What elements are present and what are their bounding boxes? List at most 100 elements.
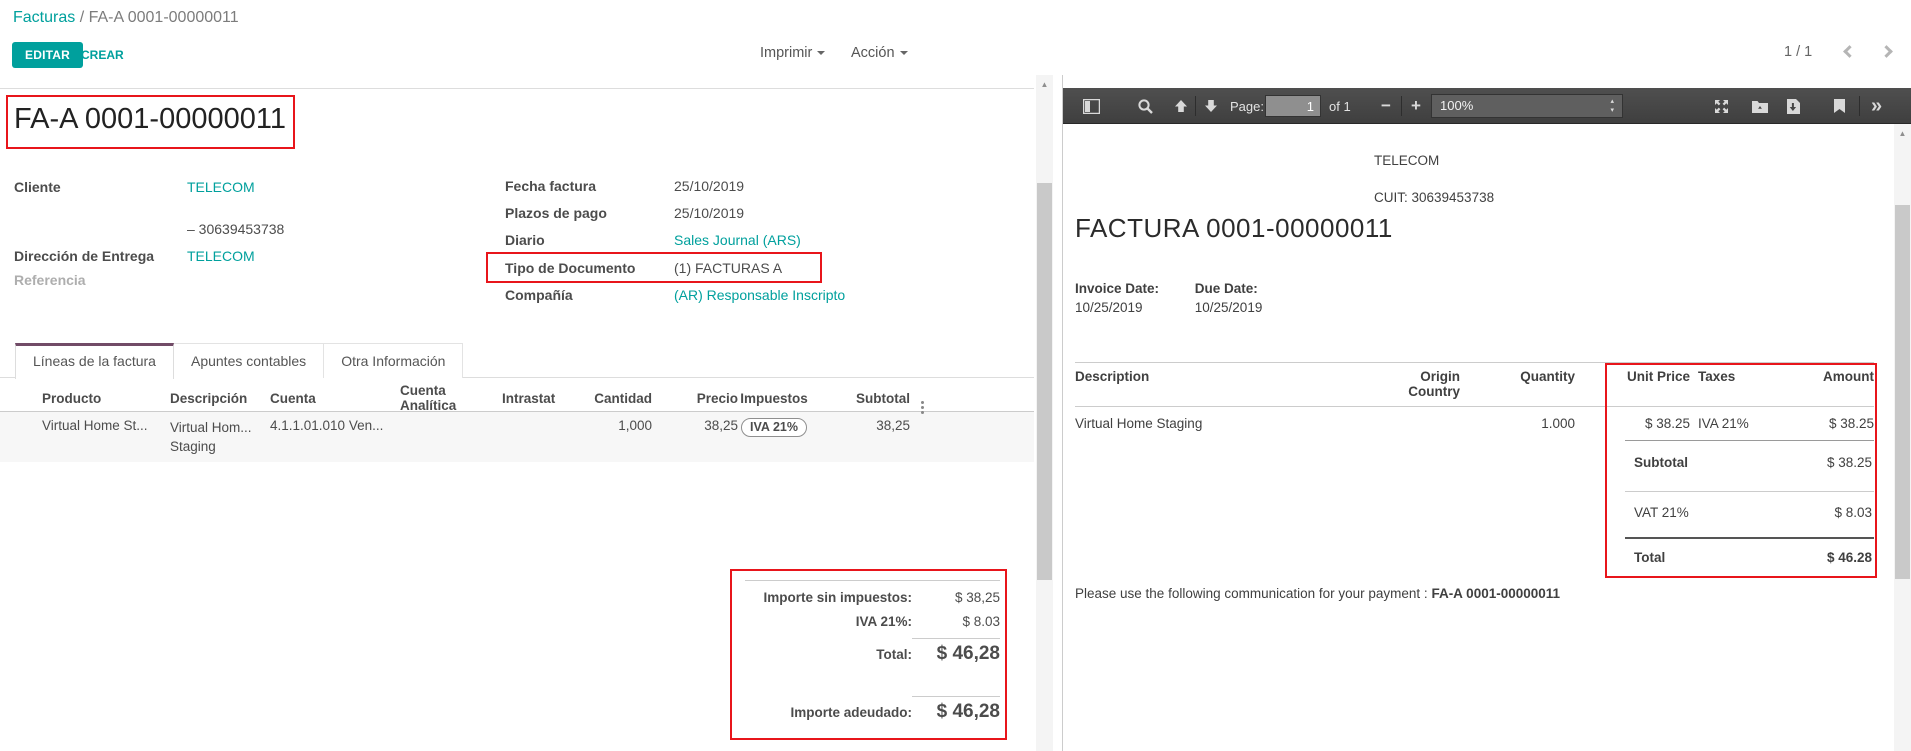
zoom-select[interactable]: 100% ▴▾ bbox=[1431, 94, 1623, 118]
fecha-factura-value: 25/10/2019 bbox=[674, 178, 744, 194]
open-file-icon[interactable] bbox=[1751, 88, 1769, 124]
form-scrollbar-thumb[interactable] bbox=[1037, 183, 1052, 580]
page-count-label: of 1 bbox=[1329, 88, 1351, 124]
untaxed-value: $ 38,25 bbox=[912, 590, 1000, 605]
create-button[interactable]: CREAR bbox=[81, 48, 124, 62]
col-cuenta[interactable]: Cuenta bbox=[265, 391, 392, 406]
col-cantidad[interactable]: Cantidad bbox=[560, 391, 652, 406]
tax-badge: IVA 21% bbox=[741, 418, 807, 437]
optional-columns-icon[interactable] bbox=[921, 401, 924, 404]
cliente-label: Cliente bbox=[14, 179, 61, 195]
entrega-value-link[interactable]: TELECOM bbox=[187, 248, 255, 264]
col-precio[interactable]: Precio bbox=[652, 391, 738, 406]
scroll-up-icon[interactable]: ▲ bbox=[1894, 124, 1911, 138]
header-divider bbox=[0, 88, 1034, 89]
sidebar-toggle-icon[interactable] bbox=[1083, 88, 1100, 124]
col-subtotal[interactable]: Subtotal bbox=[810, 391, 910, 406]
untaxed-label: Importe sin impuestos: bbox=[763, 590, 912, 605]
bookmark-icon[interactable] bbox=[1833, 88, 1846, 124]
pager-next-icon[interactable] bbox=[1880, 45, 1893, 58]
pdf-dates: Invoice Date: 10/25/2019 Due Date: 10/25/2… bbox=[1075, 281, 1262, 315]
notebook-tabs: Líneas de la facturaApuntes contablesOtr… bbox=[0, 343, 1034, 378]
plazos-pago-value: 25/10/2019 bbox=[674, 205, 744, 221]
zoom-in-icon[interactable]: + bbox=[1411, 88, 1421, 124]
tipo-documento-label: Tipo de Documento bbox=[505, 260, 635, 276]
col-descripcion[interactable]: Descripción bbox=[165, 389, 265, 408]
cell-cuenta: 4.1.1.01.010 Ven... bbox=[265, 418, 392, 462]
cell-subtotal: 38,25 bbox=[810, 418, 910, 462]
plazos-pago-label: Plazos de pago bbox=[505, 205, 607, 221]
pdf-totals: Subtotal$ 38.25 VAT 21%$ 8.03 Total$ 46.… bbox=[1625, 440, 1874, 579]
amount-due-value: $ 46,28 bbox=[912, 696, 1000, 723]
pdf-invoice-title: FACTURA 0001-00000011 bbox=[1075, 213, 1393, 244]
compania-value-link[interactable]: (AR) Responsable Inscripto bbox=[674, 287, 845, 303]
tax-value: $ 8.03 bbox=[912, 614, 1000, 629]
action-dropdown[interactable]: Acción bbox=[851, 45, 908, 61]
col-cuenta-analitica[interactable]: Cuenta Analítica bbox=[392, 383, 497, 413]
pager-previous-icon[interactable] bbox=[1843, 45, 1856, 58]
tab-apuntes-contables[interactable]: Apuntes contables bbox=[173, 343, 324, 378]
pdf-due-date: 10/25/2019 bbox=[1195, 300, 1263, 315]
total-label: Total: bbox=[876, 647, 912, 662]
edit-button[interactable]: EDITAR bbox=[12, 42, 83, 68]
pdf-scrollbar[interactable]: ▲ bbox=[1894, 124, 1911, 751]
form-scrollbar[interactable]: ▲ bbox=[1036, 75, 1053, 751]
previous-page-icon[interactable] bbox=[1173, 88, 1189, 124]
breadcrumb-link-facturas[interactable]: Facturas bbox=[13, 9, 75, 26]
pdf-payment-reference: FA-A 0001-00000011 bbox=[1431, 586, 1560, 601]
diario-label: Diario bbox=[505, 232, 545, 248]
col-producto[interactable]: Producto bbox=[0, 391, 165, 406]
pager-count: 1 / 1 bbox=[1784, 44, 1812, 60]
toolbar-more-icon[interactable]: » bbox=[1871, 88, 1882, 124]
fecha-factura-label: Fecha factura bbox=[505, 178, 596, 194]
cell-descripcion: Virtual Hom...Staging bbox=[165, 418, 265, 462]
breadcrumb-current: FA-A 0001-00000011 bbox=[89, 9, 239, 26]
diario-value-link[interactable]: Sales Journal (ARS) bbox=[674, 232, 801, 248]
cell-producto: Virtual Home St... bbox=[0, 418, 165, 462]
cell-cantidad: 1,000 bbox=[560, 418, 652, 462]
invoice-lines-table: Producto Descripción Cuenta Cuenta Analí… bbox=[0, 385, 1034, 462]
pdf-lines-table: Description Origin Country Quantity Unit… bbox=[1075, 362, 1874, 431]
pdf-company-name: TELECOM bbox=[1374, 153, 1439, 168]
total-value: $ 46,28 bbox=[912, 638, 1000, 665]
entrega-label: Dirección de Entrega bbox=[14, 248, 154, 264]
breadcrumb-separator: / bbox=[75, 9, 88, 26]
tab-lineas-factura[interactable]: Líneas de la factura bbox=[15, 343, 174, 379]
cliente-value-link[interactable]: TELECOM bbox=[187, 179, 255, 195]
table-row[interactable]: Virtual Home St... Virtual Hom...Staging… bbox=[0, 412, 1034, 462]
pdf-payment-note: Please use the following communication f… bbox=[1075, 586, 1560, 601]
presentation-mode-icon[interactable] bbox=[1713, 88, 1730, 124]
col-intrastat[interactable]: Intrastat bbox=[497, 391, 560, 406]
tipo-documento-value: (1) FACTURAS A bbox=[674, 260, 782, 276]
chevron-down-icon bbox=[817, 51, 825, 55]
tab-otra-informacion[interactable]: Otra Información bbox=[323, 343, 463, 378]
print-dropdown[interactable]: Imprimir bbox=[760, 45, 825, 61]
download-icon[interactable] bbox=[1786, 88, 1801, 124]
page-label: Page: bbox=[1230, 88, 1264, 124]
pdf-due-date-label: Due Date: bbox=[1195, 281, 1263, 296]
tax-label: IVA 21%: bbox=[856, 614, 912, 629]
invoice-title: FA-A 0001-00000011 bbox=[14, 103, 286, 136]
scroll-up-icon[interactable]: ▲ bbox=[1036, 75, 1053, 89]
col-impuestos[interactable]: Impuestos bbox=[738, 391, 810, 406]
pdf-table-row: Virtual Home Staging 1.000 $ 38.25 IVA 2… bbox=[1075, 407, 1874, 431]
cell-precio: 38,25 bbox=[652, 418, 738, 462]
amount-due-label: Importe adeudado: bbox=[790, 705, 912, 720]
compania-label: Compañía bbox=[505, 287, 573, 303]
pdf-invoice-date-label: Invoice Date: bbox=[1075, 281, 1191, 296]
referencia-label: Referencia bbox=[14, 272, 86, 288]
pdf-toolbar: Page: of 1 − + 100% ▴▾ » bbox=[1063, 88, 1911, 124]
pdf-scrollbar-thumb[interactable] bbox=[1895, 205, 1910, 579]
pdf-table-header: Description Origin Country Quantity Unit… bbox=[1075, 362, 1874, 407]
table-header-row: Producto Descripción Cuenta Cuenta Analí… bbox=[0, 385, 1034, 412]
breadcrumb: Facturas / FA-A 0001-00000011 bbox=[13, 9, 239, 27]
invoice-totals: Importe sin impuestos:$ 38,25 IVA 21%:$ … bbox=[745, 580, 1000, 723]
next-page-icon[interactable] bbox=[1203, 88, 1219, 124]
zoom-out-icon[interactable]: − bbox=[1381, 88, 1391, 124]
page-number-input[interactable] bbox=[1265, 95, 1321, 117]
select-spinner-icon: ▴▾ bbox=[1610, 97, 1614, 115]
pdf-company-cuit: CUIT: 30639453738 bbox=[1374, 190, 1494, 205]
pdf-viewer-panel: Page: of 1 − + 100% ▴▾ » TELECOM CUIT: 3… bbox=[1062, 75, 1911, 751]
search-icon[interactable] bbox=[1137, 88, 1154, 124]
pdf-invoice-date: 10/25/2019 bbox=[1075, 300, 1143, 315]
